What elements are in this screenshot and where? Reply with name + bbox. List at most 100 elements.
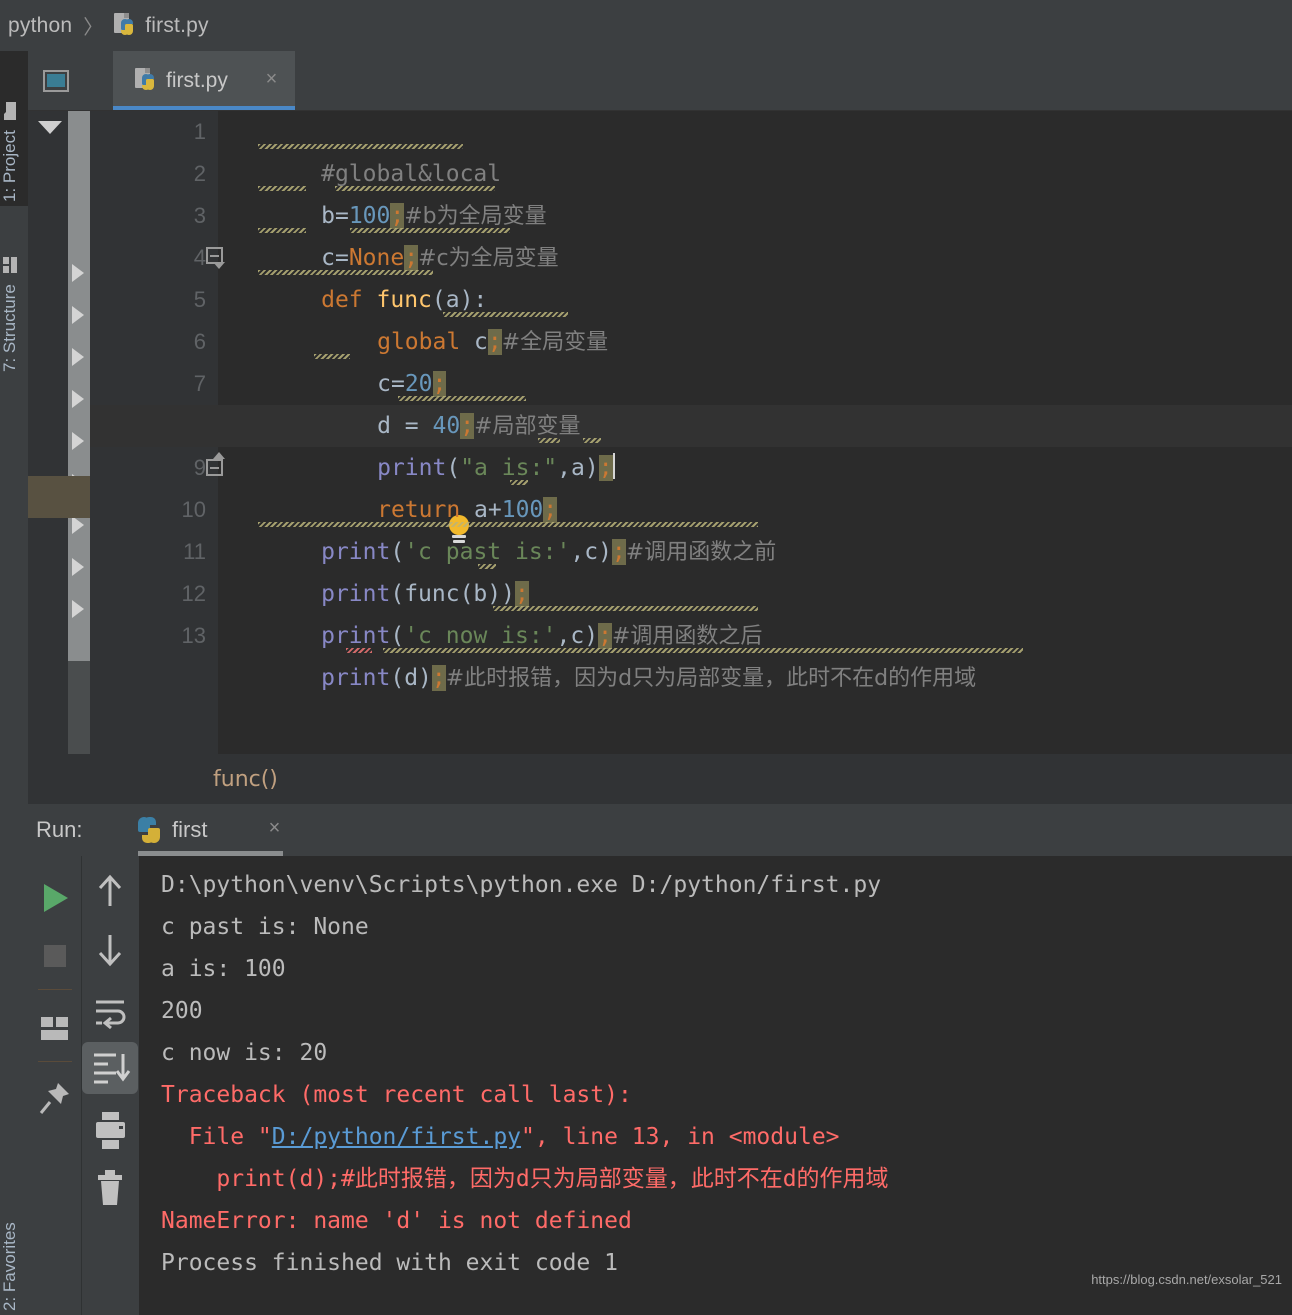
line-number: 2 [193, 161, 206, 186]
marker-triangle[interactable] [72, 558, 84, 576]
code-line-5[interactable]: global c;#全局变量 [238, 279, 608, 355]
text-caret [612, 453, 615, 479]
python-file-icon [135, 68, 158, 93]
code-line-1[interactable]: #global&local [238, 111, 501, 187]
fold-marker-end-icon[interactable] [206, 452, 225, 476]
code-line-12[interactable]: print('c now is:',c);#调用函数之后 [238, 573, 762, 649]
fold-marker-open-icon[interactable] [206, 247, 225, 269]
structure-icon [0, 255, 20, 279]
run-actions-toolbar [28, 856, 82, 1315]
token-semicolon: ; [611, 539, 626, 565]
traceback-prefix: File " [161, 1124, 272, 1150]
breadcrumb-separator-icon: 〉 [83, 17, 104, 39]
traceback-suffix: ", line 13, in <module> [521, 1124, 840, 1150]
sidebar-item-favorites[interactable]: 2: Favorites [0, 1181, 28, 1315]
code-line-3[interactable]: c=None;#c为全局变量 [238, 195, 559, 271]
code-line-9[interactable]: return a+100; [238, 447, 558, 523]
console-line: c past is: None [161, 914, 369, 940]
sidebar-item-structure[interactable]: 7: Structure [0, 211, 28, 376]
line-number: 5 [193, 287, 206, 312]
marker-triangle[interactable] [72, 264, 84, 282]
stop-button[interactable] [28, 928, 81, 984]
line-number: 10 [181, 497, 206, 522]
toolbar-divider [38, 1061, 72, 1062]
marker-triangle[interactable] [72, 600, 84, 618]
token-args: ,a) [557, 455, 599, 481]
left-tool-strip: 1: Project 7: Structure 2: Favorites [0, 51, 28, 1315]
navbar: python 〉 first.py [0, 0, 1292, 51]
console-line: D:\python\venv\Scripts\python.exe D:/pyt… [161, 872, 882, 898]
token-semicolon: ; [431, 665, 446, 691]
marker-triangle[interactable] [72, 390, 84, 408]
down-stack-trace-button[interactable] [82, 922, 138, 978]
watermark: https://blog.csdn.net/exsolar_521 [1091, 1272, 1282, 1287]
trash-icon [98, 1170, 122, 1205]
clear-all-button[interactable] [82, 1160, 138, 1216]
console-line-error: print(d);#此时报错，因为d只为局部变量，此时不在d的作用域 [161, 1166, 889, 1192]
line-number: 9 [193, 455, 206, 480]
sidebar-item-favorites-label: 2: Favorites [0, 1222, 19, 1311]
pin-tab-button[interactable] [28, 1071, 81, 1127]
code-line-6[interactable]: c=20; [238, 321, 447, 397]
breadcrumb-file[interactable]: first.py [145, 14, 208, 38]
traceback-file-link[interactable]: D:/python/first.py [272, 1124, 521, 1150]
close-icon[interactable]: × [262, 69, 281, 89]
token-semicolon: ; [598, 455, 613, 481]
sidebar-item-project[interactable]: 1: Project [0, 51, 28, 206]
marker-triangle[interactable] [72, 432, 84, 450]
marker-triangle[interactable] [72, 306, 84, 324]
code-line-2[interactable]: b=100;#b为全局变量 [238, 153, 547, 229]
marker-triangle[interactable] [72, 516, 84, 534]
console-line-error-file: File "D:/python/first.py", line 13, in <… [161, 1116, 1292, 1158]
code-line-11[interactable]: print(func(b)); [238, 531, 529, 607]
current-line-gutter-highlight [90, 405, 218, 447]
code-text-area[interactable]: #global&local b=100;#b为全局变量 c=None;#c为全局… [206, 111, 1292, 754]
code-line-13[interactable]: print(d);#此时报错，因为d只为局部变量，此时不在d的作用域 [238, 615, 1023, 691]
soft-wrap-button[interactable] [82, 984, 138, 1040]
code-line-7[interactable]: d = 40;#局部变量 [238, 363, 581, 439]
breadcrumb-func[interactable]: func() [213, 767, 278, 792]
printer-icon [96, 1112, 125, 1149]
layout-button[interactable] [28, 1001, 81, 1057]
python-icon [136, 817, 162, 843]
run-tab-label: first [172, 817, 208, 842]
run-tab-first[interactable]: first × [124, 804, 294, 856]
token-variable: c [460, 329, 488, 355]
restore-window-button[interactable] [28, 51, 84, 110]
console-line-error: NameError: name 'd' is not defined [161, 1208, 632, 1234]
code-editor[interactable]: 1 2 3 4 5 6 7 8 9 10 11 12 13 #global&lo… [28, 111, 1292, 754]
code-line-8[interactable]: print("a is:",a); [238, 405, 615, 481]
close-icon[interactable]: × [265, 818, 284, 838]
arrow-down-icon [98, 935, 122, 967]
code-line-4[interactable]: def func(a): [238, 237, 487, 313]
breadcrumb-project[interactable]: python [8, 14, 72, 38]
console-line: 200 [161, 998, 203, 1024]
play-icon [44, 884, 68, 912]
print-button[interactable] [82, 1102, 138, 1158]
editor-tab-bar: first.py × [28, 51, 1292, 111]
token-comment: #此时报错，因为d只为局部变量，此时不在d的作用域 [445, 666, 977, 691]
pin-icon [39, 1083, 69, 1114]
toolbar-divider [38, 989, 72, 990]
token-comment: #全局变量 [501, 330, 609, 355]
line-number: 3 [193, 203, 206, 228]
up-stack-trace-button[interactable] [82, 864, 138, 920]
scroll-to-end-icon [94, 1053, 131, 1084]
tab-first-py[interactable]: first.py × [113, 51, 295, 110]
tab-active-indicator [113, 106, 295, 110]
line-number: 12 [181, 581, 206, 606]
arrow-up-icon [98, 874, 122, 906]
editor-marker-thumb[interactable] [68, 111, 90, 661]
rerun-button[interactable] [28, 870, 81, 926]
sidebar-item-structure-label: 7: Structure [0, 284, 19, 372]
code-line-10[interactable]: print('c past is:',c);#调用函数之前 [238, 489, 776, 565]
python-file-icon [114, 13, 137, 38]
marker-triangle[interactable] [72, 348, 84, 366]
gutter-highlight [28, 476, 90, 518]
token-semicolon: ; [487, 329, 502, 355]
scroll-to-end-button[interactable] [82, 1042, 138, 1094]
collapse-all-icon[interactable] [38, 121, 62, 134]
console-output[interactable]: D:\python\venv\Scripts\python.exe D:/pyt… [139, 856, 1292, 1315]
restore-window-icon [43, 69, 69, 92]
line-number: 4 [193, 245, 206, 270]
